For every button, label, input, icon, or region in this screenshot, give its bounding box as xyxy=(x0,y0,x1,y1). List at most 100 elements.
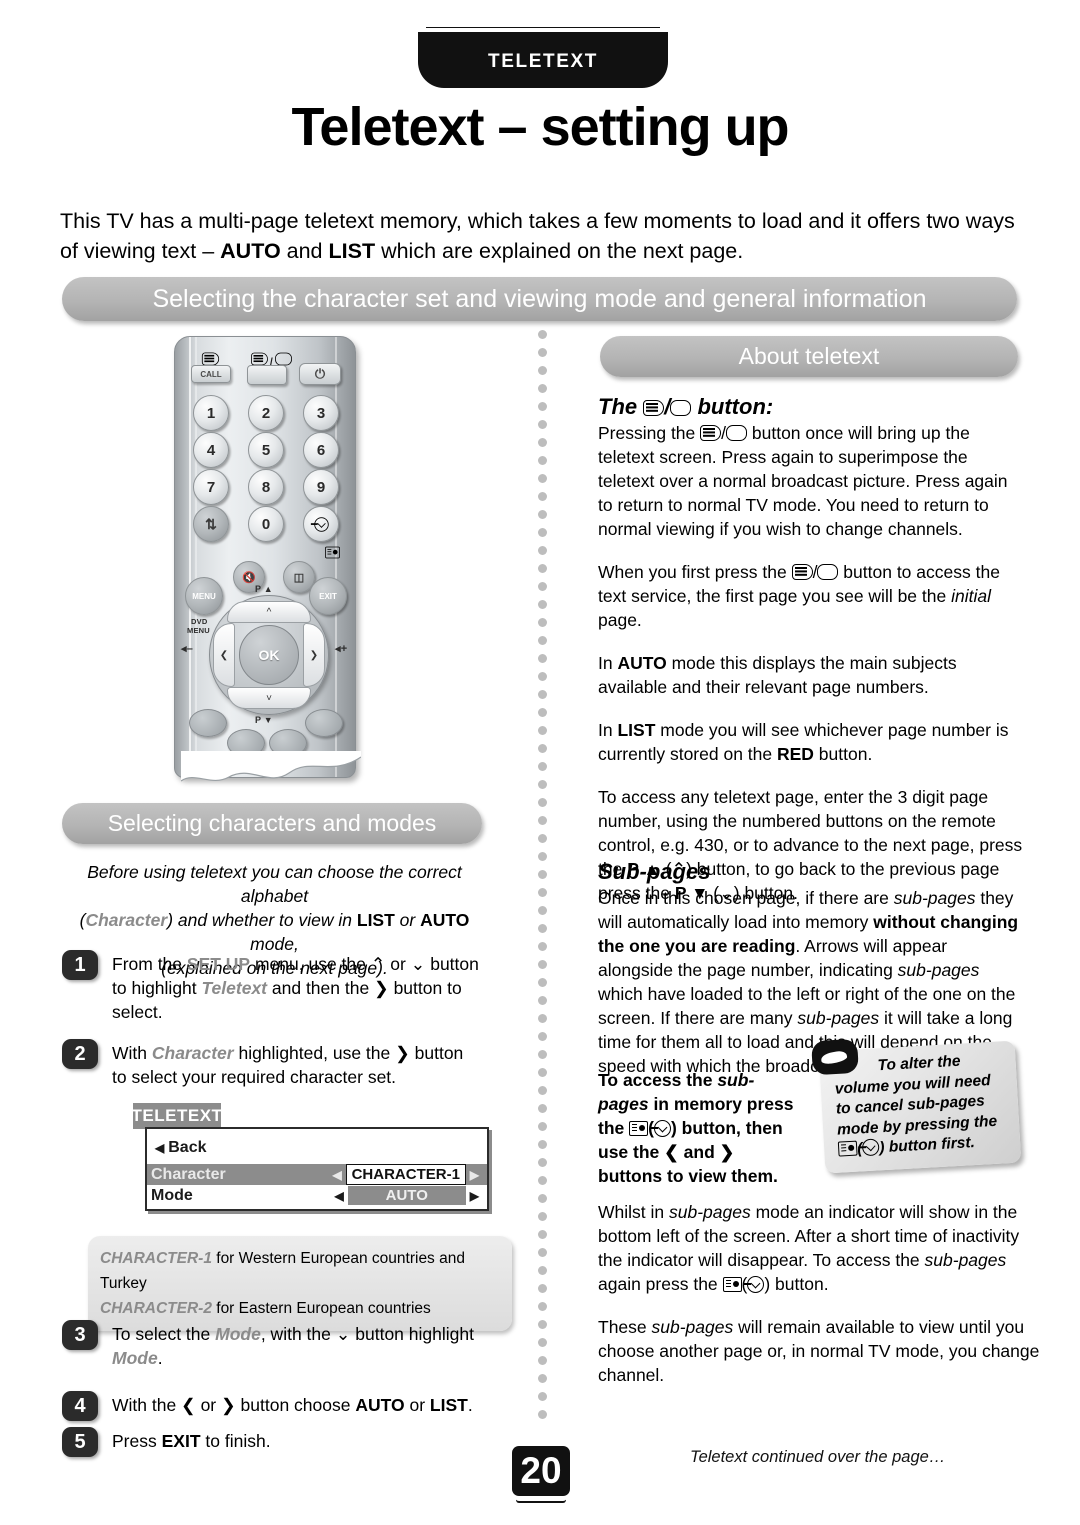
key-9[interactable]: 9 xyxy=(303,469,339,505)
key-4[interactable]: 4 xyxy=(193,432,229,468)
divider-dot xyxy=(538,744,547,753)
about-banner: About teletext xyxy=(600,336,1018,377)
chars-intro-l2c: or xyxy=(394,910,421,930)
intro-bold-auto: AUTO xyxy=(220,239,281,263)
p-down-label: P ▼ xyxy=(255,715,273,725)
dvd-menu-label-line1: DVD xyxy=(191,617,208,626)
power-button[interactable]: ⏻ xyxy=(299,363,341,385)
osd-title: TELETEXT xyxy=(132,1103,222,1129)
divider-dot xyxy=(538,402,547,411)
divider-dot xyxy=(538,1032,547,1041)
speech-bubble-icon xyxy=(811,1038,859,1076)
key-2[interactable]: 2 xyxy=(248,395,284,431)
divider-dot xyxy=(538,1104,547,1113)
divider-dot xyxy=(538,1248,547,1257)
step-4-c: . xyxy=(467,1395,473,1415)
divider-dot xyxy=(538,996,547,1005)
about-p1-a: Pressing the xyxy=(598,423,701,443)
divider-dot xyxy=(538,348,547,357)
subpages-p3-i2: sub-pages xyxy=(924,1250,1007,1270)
step-2-character: Character xyxy=(151,1043,234,1063)
divider-dot xyxy=(538,708,547,717)
subpages-p3-a: Whilst in xyxy=(598,1202,669,1222)
divider-dot xyxy=(538,528,547,537)
divider-dot xyxy=(538,1194,547,1203)
chars-intro-l2b: ) and whether to view in xyxy=(167,910,357,930)
divider-dot xyxy=(538,618,547,627)
step-2-a: With xyxy=(112,1043,152,1063)
key-6[interactable]: 6 xyxy=(303,432,339,468)
subpages-p4-i: sub-pages xyxy=(651,1317,734,1337)
key-1[interactable]: 1 xyxy=(193,395,229,431)
remote-bottom-edge xyxy=(181,751,361,795)
key-0[interactable]: 0 xyxy=(248,506,284,542)
divider-dot xyxy=(538,600,547,609)
exit-button[interactable]: EXIT xyxy=(309,577,347,615)
divider-dot xyxy=(538,780,547,789)
osd-character-left-arrow-icon[interactable]: ◀ xyxy=(329,1168,346,1182)
divider-dot xyxy=(538,420,547,429)
osd-mode-left-arrow-icon[interactable]: ◀ xyxy=(331,1189,348,1203)
about-heading-pre: The xyxy=(598,394,644,419)
divider-dot xyxy=(538,1302,547,1311)
characters-banner: Selecting characters and modes xyxy=(62,803,482,844)
divider-dot xyxy=(538,942,547,951)
volume-down-icon: ◂– xyxy=(181,643,194,655)
key-8[interactable]: 8 xyxy=(248,469,284,505)
dpad-left[interactable]: ❮ xyxy=(213,623,235,687)
divider-dot xyxy=(538,1050,547,1059)
intro-paragraph: This TV has a multi-page teletext memory… xyxy=(60,206,1020,266)
subpages-p1-i3: sub-pages xyxy=(797,1008,880,1028)
swap-channel-button[interactable]: ⇅ xyxy=(193,506,229,542)
divider-dot xyxy=(538,1374,547,1383)
chars-intro-list: LIST xyxy=(356,910,395,930)
call-button[interactable]: CALL xyxy=(191,365,231,383)
divider-dot xyxy=(538,960,547,969)
osd-back-label: Back xyxy=(168,1138,207,1156)
subpages-heading: Sub-pages xyxy=(598,859,711,884)
dpad-down[interactable]: ˅ xyxy=(227,687,311,709)
input-source-button[interactable] xyxy=(303,506,339,542)
ok-button[interactable]: OK xyxy=(239,625,299,685)
divider-dot xyxy=(538,492,547,501)
teletext-icon xyxy=(700,425,722,441)
about-p4-a: In xyxy=(598,720,618,740)
step-5: 5 Press EXIT to finish. xyxy=(62,1427,482,1457)
colour-button-blue[interactable] xyxy=(305,709,343,737)
divider-dot xyxy=(538,1410,547,1419)
step-4-auto: AUTO xyxy=(355,1395,405,1415)
header-tab-label: TELETEXT xyxy=(488,51,598,72)
subpages-access-a: To access the xyxy=(598,1070,718,1090)
return-icon xyxy=(649,1120,671,1137)
colour-button-red[interactable] xyxy=(189,709,227,737)
key-3[interactable]: 3 xyxy=(303,395,339,431)
osd-row-back[interactable]: ◀ Back xyxy=(147,1137,487,1158)
divider-dot xyxy=(538,834,547,843)
step-3-number: 3 xyxy=(62,1320,98,1350)
charnote-char2-rest: for Eastern European countries xyxy=(211,1300,431,1317)
subpages-p3-c: again press the xyxy=(598,1274,723,1294)
subpages-p3-d: button. xyxy=(770,1274,829,1294)
about-p4-red: RED xyxy=(776,744,814,764)
key-5[interactable]: 5 xyxy=(248,432,284,468)
manual-page: TELETEXT Teletext – setting up This TV h… xyxy=(0,0,1080,1525)
osd-mode-right-arrow-icon[interactable]: ▶ xyxy=(466,1189,483,1203)
divider-dot xyxy=(538,546,547,555)
charnote-char2: CHARACTER-2 xyxy=(100,1300,212,1317)
key-7[interactable]: 7 xyxy=(193,469,229,505)
dpad-up[interactable]: ^ xyxy=(227,601,311,623)
subpages-p1-i2: sub-pages xyxy=(897,960,980,980)
step-1-number: 1 xyxy=(62,950,98,980)
about-p2: When you first press the / button to acc… xyxy=(598,562,1000,630)
osd-row-mode[interactable]: Mode ◀ AUTO ▶ xyxy=(147,1185,487,1206)
teletext-button[interactable] xyxy=(247,365,287,385)
menu-button[interactable]: MENU xyxy=(185,577,223,615)
subpages-access-arrows: ❮ and ❯ xyxy=(664,1142,735,1162)
step-2-text: With Character highlighted, use the ❯ bu… xyxy=(112,1039,482,1089)
divider-dot xyxy=(538,330,547,339)
osd-character-right-arrow-icon[interactable]: ▶ xyxy=(466,1168,483,1182)
osd-row-character[interactable]: Character ◀ CHARACTER-1 ▶ xyxy=(147,1164,487,1185)
volume-up-icon: ◂+ xyxy=(335,643,348,655)
dpad-right[interactable]: ❯ xyxy=(303,623,325,687)
charnote-line-1: CHARACTER-1 for Western European countri… xyxy=(100,1246,500,1296)
